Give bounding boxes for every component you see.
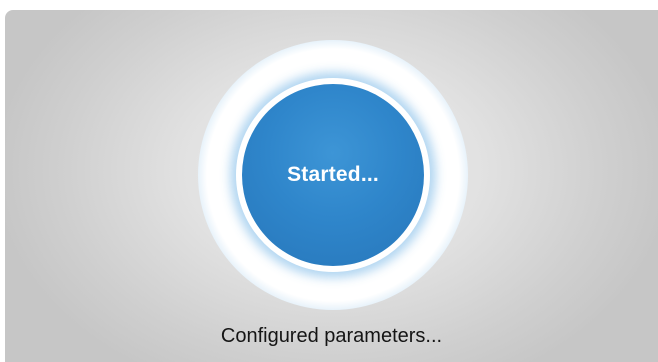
progress-panel: Started... Configured parameters... bbox=[5, 10, 658, 362]
progress-status-label: Started... bbox=[287, 163, 379, 186]
progress-circle: Started... bbox=[242, 84, 424, 266]
status-message: Configured parameters... bbox=[220, 325, 443, 347]
